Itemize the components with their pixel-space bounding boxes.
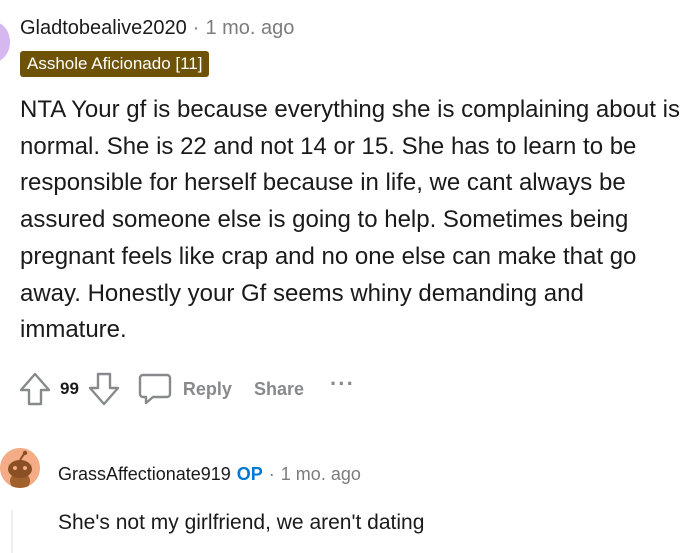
comment-username[interactable]: Gladtobealive2020 <box>20 17 187 39</box>
reply-meta: GrassAffectionate919 OP · 1 mo. ago <box>58 462 361 486</box>
upvote-arrow-icon[interactable] <box>18 371 52 407</box>
reply-timestamp[interactable]: 1 mo. ago <box>281 464 361 484</box>
vote-count: 99 <box>60 379 79 398</box>
user-flair: Asshole Aficionado [11] <box>20 51 210 77</box>
reply-username[interactable]: GrassAffectionate919 <box>58 464 231 484</box>
meta-separator: · <box>268 464 275 484</box>
snoo-avatar-icon[interactable] <box>0 448 40 488</box>
downvote-arrow-icon[interactable] <box>87 371 121 407</box>
reply-label: Reply <box>182 378 232 399</box>
share-button[interactable]: Share <box>254 379 304 400</box>
ellipsis-icon[interactable]: ··· <box>330 373 355 399</box>
speech-bubble-icon <box>137 371 173 407</box>
comment-body: NTA Your gf is because everything she is… <box>20 96 680 344</box>
comment-action-bar: 99 Reply Share ··· <box>18 370 355 408</box>
avatar[interactable] <box>0 22 10 62</box>
reply-body: She's not my girlfriend, we aren't datin… <box>58 511 425 534</box>
meta-separator: · <box>192 17 200 39</box>
op-badge: OP <box>236 464 263 484</box>
reply-button[interactable]: Reply <box>137 371 232 407</box>
comment-timestamp[interactable]: 1 mo. ago <box>205 17 294 39</box>
comment-meta: Gladtobealive2020 · 1 mo. ago <box>20 16 294 40</box>
thread-line[interactable] <box>11 510 13 553</box>
